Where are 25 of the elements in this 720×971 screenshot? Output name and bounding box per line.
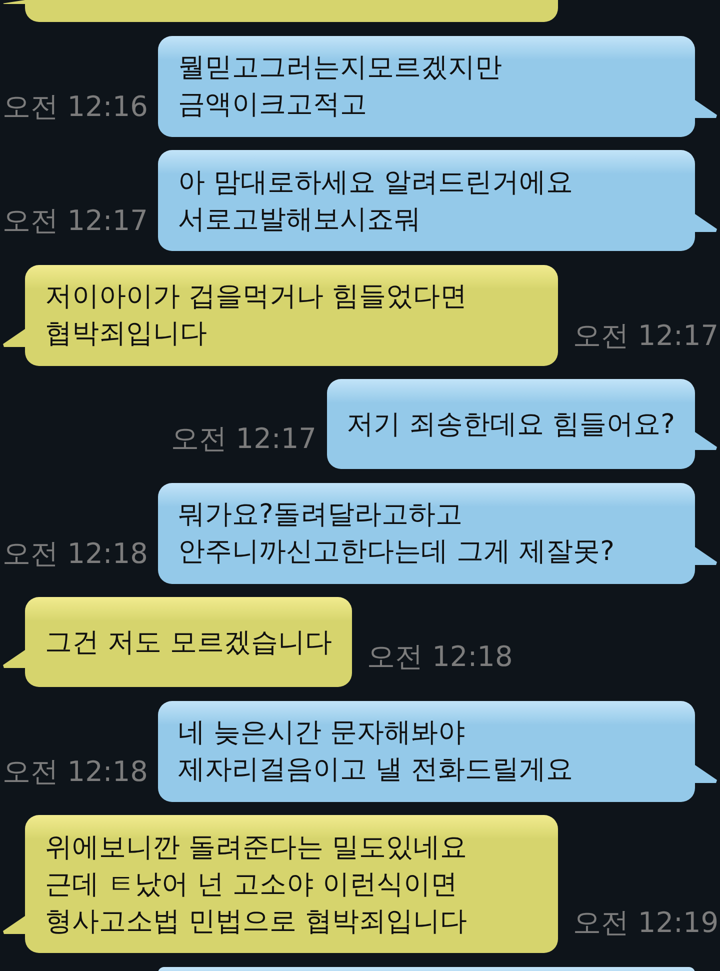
- bubble-tail-icon: [3, 328, 25, 346]
- bubble-tail-icon: [695, 764, 717, 782]
- timestamp: 오전 12:17: [2, 204, 148, 238]
- bubble-tail-icon: [695, 214, 717, 232]
- message-text: 네 늦은시간 문자해봐야 제자리걸음이고 낼 전화드릴게요: [178, 716, 574, 787]
- message-text: 뭘믿고그러는지모르겠지만 금액이크고적고: [178, 51, 502, 122]
- timestamp: 오전 12:18: [2, 536, 148, 570]
- timestamp: 오전 12:18: [367, 640, 513, 674]
- message-text: 저기 죄송한데요 힘들어요?: [346, 408, 675, 442]
- timestamp: 오전 12:17: [573, 318, 719, 352]
- bubble-tail-icon: [695, 100, 717, 118]
- message-text: 아 맘대로하세요 알려드린거에요 서로고발해보시죠뭐: [178, 166, 574, 236]
- timestamp: 오전 12:18: [2, 754, 148, 788]
- timestamp: 오전 12:17: [170, 422, 316, 456]
- bubble-tail-icon: [3, 0, 25, 4]
- message-text: 저이아이가 겁을먹거나 힘들었다면 협박죄입니다: [45, 280, 468, 351]
- message-text: 위에보니깐 돌려준다는 밀도있네요 근데 ㅌ났어 넌 고소야 이런식이면 형사고소법 민법으로 협박죄입니다: [45, 830, 468, 938]
- bubble-tail-icon: [3, 650, 25, 668]
- bubble-tail-icon: [3, 916, 25, 934]
- bubble-tail-icon: [695, 546, 717, 564]
- timestamp: 오전 12:19: [573, 906, 719, 940]
- message-text: 그건 저도 모르겠습니다: [45, 626, 332, 660]
- timestamp: 오전 12:16: [2, 90, 148, 124]
- bubble-tail-icon: [695, 432, 717, 450]
- message-text: 뭐가요?돌려달라고하고 안주니까신고한다는데 그게 제잘못?: [178, 498, 614, 569]
